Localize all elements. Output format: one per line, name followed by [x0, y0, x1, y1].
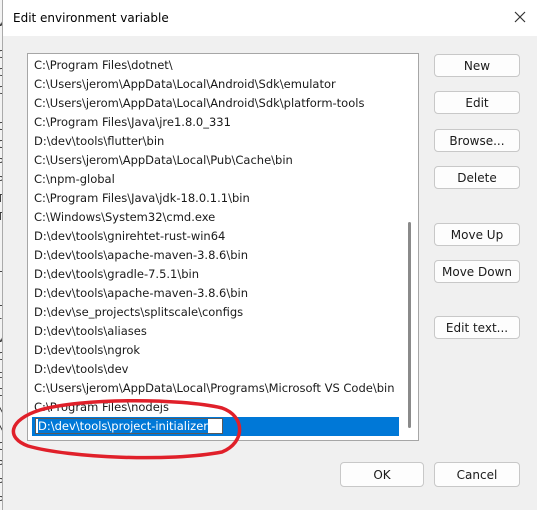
- list-item[interactable]: C:\Users\jerom\AppData\Local\Android\Sdk…: [32, 94, 399, 113]
- path-edit-input[interactable]: D:\dev\tools\project-initializer: [35, 418, 224, 434]
- title-bar: Edit environment variable: [3, 0, 537, 36]
- path-list[interactable]: C:\Program Files\dotnet\ C:\Users\jerom\…: [27, 53, 419, 441]
- list-item-selected[interactable]: D:\dev\tools\project-initializer: [32, 417, 399, 436]
- list-item[interactable]: C:\Users\jerom\AppData\Local\Pub\Cache\b…: [32, 151, 399, 170]
- list-item[interactable]: D:\dev\tools\flutter\bin: [32, 132, 399, 151]
- list-item[interactable]: D:\dev\se_projects\splitscale\configs: [32, 303, 399, 322]
- ok-button[interactable]: OK: [340, 462, 424, 487]
- dialog-title: Edit environment variable: [13, 11, 169, 25]
- list-item[interactable]: D:\dev\tools\aliases: [32, 322, 399, 341]
- list-item[interactable]: C:\Users\jerom\AppData\Local\Programs\Mi…: [32, 379, 399, 398]
- list-item[interactable]: D:\dev\tools\gradle-7.5.1\bin: [32, 265, 399, 284]
- move-down-button[interactable]: Move Down: [434, 260, 520, 283]
- edit-button[interactable]: Edit: [434, 91, 520, 114]
- new-button[interactable]: New: [434, 54, 520, 77]
- list-item[interactable]: C:\Program Files\Java\jre1.8.0_331: [32, 113, 399, 132]
- list-item[interactable]: D:\dev\tools\apache-maven-3.8.6\bin: [32, 284, 399, 303]
- list-item[interactable]: C:\Windows\System32\cmd.exe: [32, 208, 399, 227]
- list-item[interactable]: C:\npm-global: [32, 170, 399, 189]
- edit-text-button[interactable]: Edit text...: [434, 316, 520, 339]
- list-item[interactable]: D:\dev\tools\apache-maven-3.8.6\bin: [32, 246, 399, 265]
- list-item[interactable]: C:\Users\jerom\AppData\Local\Android\Sdk…: [32, 75, 399, 94]
- close-icon[interactable]: [512, 9, 528, 25]
- vertical-scrollbar[interactable]: [402, 54, 418, 440]
- list-item[interactable]: C:\Program Files\nodejs: [32, 398, 399, 417]
- cancel-button[interactable]: Cancel: [434, 462, 520, 487]
- browse-button[interactable]: Browse...: [434, 129, 520, 152]
- path-edit-value: D:\dev\tools\project-initializer: [38, 419, 209, 433]
- edit-environment-variable-dialog: Edit environment variable C:\Program Fil…: [2, 0, 537, 510]
- list-item[interactable]: D:\dev\tools\gnirehtet-rust-win64: [32, 227, 399, 246]
- list-item[interactable]: C:\Program Files\Java\jdk-18.0.1.1\bin: [32, 189, 399, 208]
- scrollbar-thumb[interactable]: [408, 222, 411, 428]
- delete-button[interactable]: Delete: [434, 166, 520, 189]
- move-up-button[interactable]: Move Up: [434, 223, 520, 246]
- list-item[interactable]: D:\dev\tools\ngrok: [32, 341, 399, 360]
- list-item[interactable]: D:\dev\tools\dev: [32, 360, 399, 379]
- list-item[interactable]: C:\Program Files\dotnet\: [32, 56, 399, 75]
